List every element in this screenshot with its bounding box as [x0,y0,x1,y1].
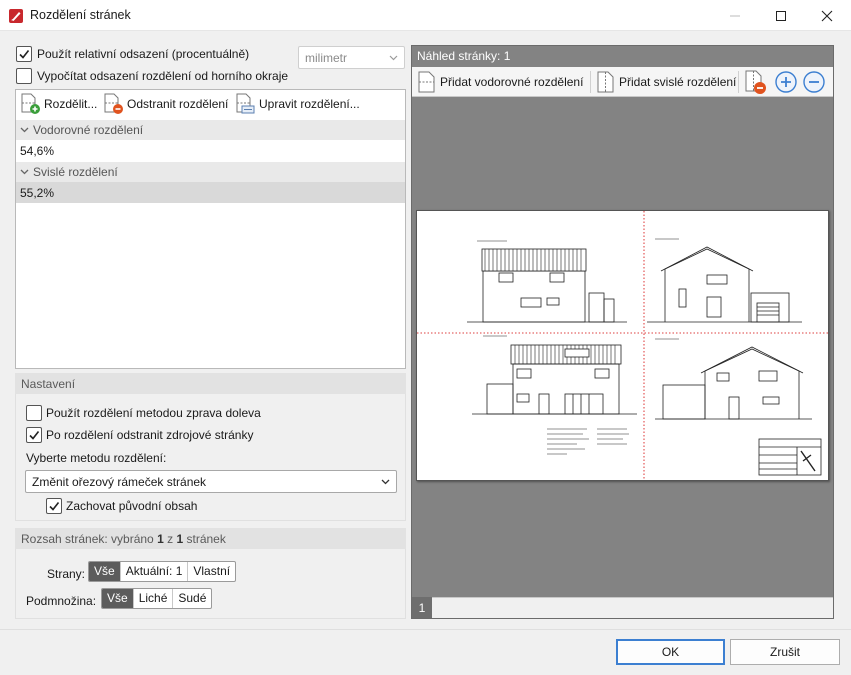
maximize-icon [776,10,786,21]
cancel-button[interactable]: Zrušit [730,639,840,665]
keep-content-label: Zachovat původní obsah [66,499,198,513]
vertical-split-value: 55,2% [20,185,55,200]
page-range-header: Rozsah stránek: vybráno 1 z 1 stránek [15,528,406,549]
app-logo-icon [9,9,23,23]
window-title: Rozdělení stránek [30,8,131,22]
add-vertical-split-label: Přidat svislé rozdělení [619,75,737,89]
settings-header: Nastavení [15,373,406,394]
keep-content-checkbox[interactable] [46,498,62,514]
toolbar-divider [590,71,591,93]
pages-label: Strany: [47,567,86,581]
pages-option-current[interactable]: Aktuální: 1 [119,562,188,581]
horizontal-splits-header[interactable]: Vodorovné rozdělení [16,120,405,140]
ok-button[interactable]: OK [616,639,725,665]
close-icon [821,10,833,21]
page-add-icon [21,93,40,114]
zoom-in-button[interactable] [774,70,798,94]
minimize-icon [730,15,740,16]
page-range-suffix: stránek [186,531,226,546]
add-horizontal-split-label: Přidat vodorovné rozdělení [440,75,584,89]
page-edit-icon [236,93,255,114]
edit-split-button-label: Upravit rozdělení... [259,97,360,111]
zoom-out-button[interactable] [802,70,826,94]
vertical-split-icon [597,71,614,93]
subset-label: Podmnožina: [26,594,97,608]
list-item[interactable]: 55,2% [16,182,405,203]
maximize-button[interactable] [758,0,804,31]
chevron-down-icon [20,127,29,133]
subset-option-even[interactable]: Sudé [172,589,211,608]
checkmark-icon [29,431,40,440]
unit-select[interactable]: milimetr [298,46,405,69]
zoom-out-icon [803,71,825,93]
horizontal-split-icon [418,71,435,93]
page-range-mid: z [167,531,174,546]
list-item[interactable]: 54,6% [16,141,405,161]
calc-from-top-checkbox[interactable] [16,68,32,84]
vertical-splits-header[interactable]: Svislé rozdělení [16,162,405,182]
preview-header: Náhled stránky: 1 [412,46,833,67]
page-range-total: 1 [176,531,184,546]
relative-offset-checkbox[interactable] [16,46,32,62]
subset-segmented-control: Vše Liché Sudé [101,588,213,609]
remove-page-split-button[interactable] [742,69,768,95]
toolbar-divider [738,71,739,93]
remove-split-button-label: Odstranit rozdělení [127,97,229,111]
page-remove-icon [104,93,123,114]
checkmark-icon [19,50,30,59]
pages-option-all[interactable]: Vše [89,562,120,581]
subset-option-all[interactable]: Vše [102,589,133,608]
method-select[interactable]: Změnit ořezový rámeček stránek [25,470,397,493]
footer-divider [0,629,851,630]
title-bar: Rozdělení stránek [0,0,851,31]
pages-segmented-control: Vše Aktuální: 1 Vlastní [88,561,237,582]
horizontal-split-value: 54,6% [20,144,55,158]
close-button[interactable] [804,0,850,31]
add-horizontal-split-button[interactable]: Přidat vodorovné rozdělení [417,69,583,95]
page-remove-icon [745,70,766,94]
page-range-prefix: Rozsah stránek: vybráno [21,531,154,546]
page-thumbnail [416,210,829,481]
chevron-down-icon [381,479,390,484]
horizontal-splits-title: Vodorovné rozdělení [33,123,144,137]
method-select-value: Změnit ořezový rámeček stránek [32,474,207,489]
remove-split-button[interactable]: Odstranit rozdělení [102,92,228,116]
remove-source-checkbox[interactable] [26,427,42,443]
minimize-button[interactable] [712,0,758,31]
method-label: Vyberte metodu rozdělení: [26,451,167,465]
right-to-left-label: Použít rozdělení metodou zprava doleva [46,406,261,420]
relative-offset-label: Použít relativní odsazení (procentuálně) [37,47,250,61]
vertical-splits-title: Svislé rozdělení [33,165,118,179]
preview-page-bar [412,597,833,618]
zoom-in-icon [775,71,797,93]
pages-option-custom[interactable]: Vlastní [187,562,235,581]
chevron-down-icon [20,169,29,175]
unit-select-value: milimetr [305,50,347,65]
add-vertical-split-button[interactable]: Přidat svislé rozdělení [596,69,736,95]
right-to-left-checkbox[interactable] [26,405,42,421]
page-range-selected: 1 [157,531,164,546]
split-button-label: Rozdělit... [44,97,98,111]
subset-option-odd[interactable]: Liché [132,589,173,608]
calc-from-top-label: Vypočítat odsazení rozdělení od horního … [37,69,289,83]
page-tab-1[interactable]: 1 [412,597,432,618]
edit-split-button[interactable]: Upravit rozdělení... [234,92,360,116]
chevron-down-icon [389,55,398,60]
drawing-preview-image [417,211,828,480]
remove-source-label: Po rozdělení odstranit zdrojové stránky [46,428,254,442]
checkmark-icon [49,502,60,511]
split-button[interactable]: Rozdělit... [19,92,97,116]
